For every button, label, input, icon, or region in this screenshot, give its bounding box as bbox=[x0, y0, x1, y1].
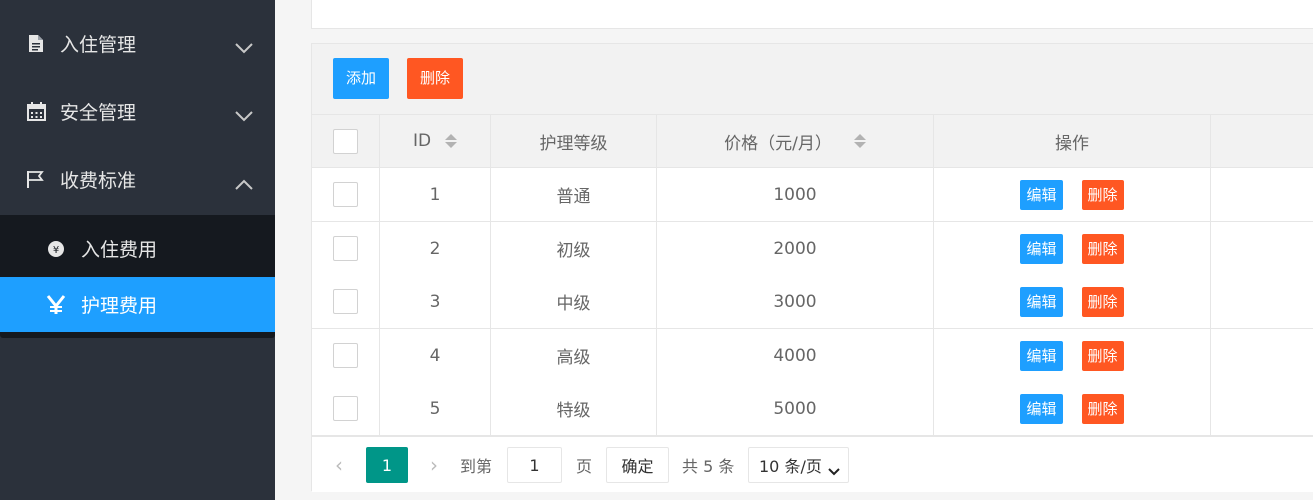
goto-label: 到第 bbox=[460, 457, 493, 476]
cell-price: 1000 bbox=[773, 184, 817, 205]
submenu-item-checkin-fee[interactable]: ¥ 入住费用 bbox=[0, 221, 275, 276]
row-select-cell bbox=[312, 222, 379, 275]
cell-id: 4 bbox=[429, 345, 441, 366]
svg-text:¥: ¥ bbox=[53, 245, 59, 256]
delete-button[interactable]: 删除 bbox=[407, 58, 464, 99]
cell-id: 1 bbox=[429, 184, 441, 205]
chevron-up-icon bbox=[235, 173, 253, 195]
page-size-select[interactable]: 10 条/页 bbox=[748, 447, 849, 483]
edit-button[interactable]: 编辑 bbox=[1020, 286, 1063, 317]
cell-actions: 编辑 删除 bbox=[934, 382, 1210, 435]
total-count: 共 5 条 bbox=[682, 457, 735, 476]
row-select-cell bbox=[312, 275, 379, 328]
edit-button[interactable]: 编辑 bbox=[1020, 179, 1063, 210]
header-actions-label: 操作 bbox=[1055, 133, 1089, 154]
table-header: ID 护理等级 价格（元/月） 操作 bbox=[312, 115, 1313, 168]
cell-id: 3 bbox=[429, 291, 441, 312]
sidebar-item-fee-standards[interactable]: 收费标准 bbox=[0, 145, 275, 213]
cell-price: 4000 bbox=[773, 345, 817, 366]
fee-standards-submenu: ¥ 入住费用 护理费用 bbox=[0, 215, 275, 338]
add-button[interactable]: 添加 bbox=[333, 58, 390, 99]
table-row: 1 普通 1000 编辑 删除 bbox=[312, 168, 1313, 222]
main-content: 添加 删除 ID 护理等级 价格（元/月） 操作 1 普通 1000 编辑 删除… bbox=[275, 0, 1313, 500]
cell-actions: 编辑 删除 bbox=[934, 222, 1210, 275]
cell-actions: 编辑 删除 bbox=[934, 329, 1210, 382]
sidebar: 入住管理 安全管理 收费标准 ¥ 入住费用 护理费用 bbox=[0, 0, 275, 500]
chevron-down-icon bbox=[235, 105, 253, 127]
table-toolbar: 添加 删除 bbox=[312, 44, 1313, 115]
cell-level: 初级 bbox=[556, 241, 591, 261]
prev-page-button[interactable]: ‹ bbox=[329, 447, 349, 483]
submenu-item-label: 入住费用 bbox=[81, 239, 158, 261]
row-select-cell bbox=[312, 329, 379, 382]
sidebar-item-label: 安全管理 bbox=[60, 101, 137, 124]
submenu-item-label: 护理费用 bbox=[81, 295, 158, 317]
cell-id: 2 bbox=[429, 238, 441, 259]
header-price-label: 价格（元/月） bbox=[724, 133, 832, 154]
goto-page-input[interactable]: 1 bbox=[507, 447, 562, 483]
cell-price: 5000 bbox=[773, 398, 817, 419]
header-level: 护理等级 bbox=[491, 115, 656, 167]
page-1-button[interactable]: 1 bbox=[366, 447, 408, 483]
header-id[interactable]: ID bbox=[380, 115, 490, 167]
row-checkbox[interactable] bbox=[333, 396, 358, 421]
row-delete-button[interactable]: 删除 bbox=[1081, 179, 1124, 210]
sort-icon[interactable] bbox=[853, 134, 866, 148]
confirm-button[interactable]: 确定 bbox=[606, 447, 669, 483]
edit-button[interactable]: 编辑 bbox=[1020, 233, 1063, 264]
data-table: 添加 删除 ID 护理等级 价格（元/月） 操作 1 普通 1000 编辑 删除… bbox=[311, 43, 1313, 492]
table-row: 2 初级 2000 编辑 删除 bbox=[312, 222, 1313, 276]
header-level-label: 护理等级 bbox=[539, 133, 608, 154]
table-row: 5 特级 5000 编辑 删除 bbox=[312, 382, 1313, 436]
sort-icon[interactable] bbox=[445, 134, 458, 148]
flag-icon bbox=[26, 169, 46, 189]
select-all-cell bbox=[312, 115, 379, 167]
sidebar-item-checkin-management[interactable]: 入住管理 bbox=[0, 9, 275, 77]
next-page-button[interactable]: › bbox=[424, 447, 444, 483]
cell-level: 中级 bbox=[556, 294, 591, 314]
table-row: 3 中级 3000 编辑 删除 bbox=[312, 275, 1313, 329]
search-card bbox=[311, 0, 1313, 29]
cell-price: 3000 bbox=[773, 291, 817, 312]
cell-price: 2000 bbox=[773, 238, 817, 259]
row-checkbox[interactable] bbox=[333, 182, 358, 207]
cell-level: 特级 bbox=[556, 401, 591, 421]
page-unit-label: 页 bbox=[576, 457, 593, 476]
submenu-item-nursing-fee[interactable]: 护理费用 bbox=[0, 277, 275, 332]
sidebar-item-security-management[interactable]: 安全管理 bbox=[0, 77, 275, 145]
page-size-value: 10 条/页 bbox=[759, 457, 822, 476]
sidebar-item-label: 收费标准 bbox=[60, 169, 137, 192]
pagination: ‹ 1 › 到第 1 页 确定 共 5 条 10 条/页 bbox=[312, 436, 1313, 492]
file-icon bbox=[26, 33, 46, 53]
row-checkbox[interactable] bbox=[333, 343, 358, 368]
row-delete-button[interactable]: 删除 bbox=[1081, 233, 1124, 264]
header-price[interactable]: 价格（元/月） bbox=[657, 115, 933, 167]
yen-icon bbox=[46, 294, 66, 315]
row-checkbox[interactable] bbox=[333, 236, 358, 261]
cell-actions: 编辑 删除 bbox=[934, 168, 1210, 221]
cell-actions: 编辑 删除 bbox=[934, 275, 1210, 328]
row-delete-button[interactable]: 删除 bbox=[1081, 340, 1124, 371]
chevron-down-icon bbox=[828, 461, 840, 480]
cell-level: 普通 bbox=[556, 187, 591, 207]
edit-button[interactable]: 编辑 bbox=[1020, 393, 1063, 424]
edit-button[interactable]: 编辑 bbox=[1020, 340, 1063, 371]
row-delete-button[interactable]: 删除 bbox=[1081, 286, 1124, 317]
chevron-down-icon bbox=[235, 37, 253, 59]
row-select-cell bbox=[312, 168, 379, 221]
header-actions: 操作 bbox=[934, 115, 1210, 167]
cny-circle-icon: ¥ bbox=[46, 239, 66, 259]
select-all-checkbox[interactable] bbox=[333, 128, 358, 154]
table-row: 4 高级 4000 编辑 删除 bbox=[312, 329, 1313, 383]
cell-id: 5 bbox=[429, 398, 441, 419]
row-checkbox[interactable] bbox=[333, 289, 358, 314]
row-select-cell bbox=[312, 382, 379, 435]
header-id-label: ID bbox=[412, 131, 432, 151]
cell-level: 高级 bbox=[556, 348, 591, 368]
calendar-icon bbox=[26, 101, 46, 121]
sidebar-item-label: 入住管理 bbox=[60, 33, 137, 56]
row-delete-button[interactable]: 删除 bbox=[1081, 393, 1124, 424]
